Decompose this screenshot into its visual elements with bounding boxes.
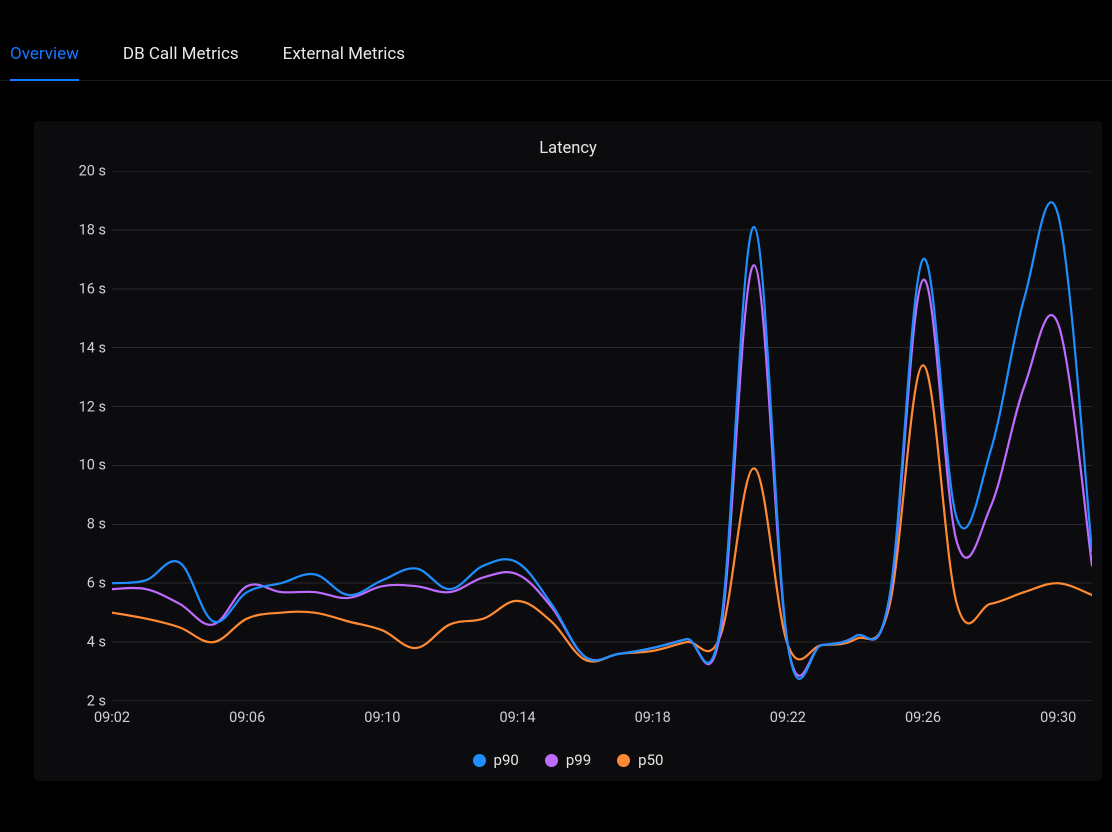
legend-item-p90[interactable]: p90 bbox=[473, 751, 519, 769]
y-tick-label: 6 s bbox=[87, 575, 112, 592]
legend-item-p99[interactable]: p99 bbox=[545, 751, 591, 769]
y-tick-label: 8 s bbox=[87, 516, 112, 533]
legend-label: p50 bbox=[638, 751, 663, 769]
tabs: Overview DB Call Metrics External Metric… bbox=[0, 0, 1112, 81]
tab-db-call-metrics[interactable]: DB Call Metrics bbox=[123, 44, 239, 80]
y-tick-label: 16 s bbox=[79, 280, 112, 297]
legend-swatch-p90 bbox=[473, 754, 486, 767]
chart-panel: Latency 2 s4 s6 s8 s10 s12 s14 s16 s18 s… bbox=[34, 121, 1102, 781]
x-tick-label: 09:22 bbox=[770, 701, 806, 726]
x-tick-label: 09:02 bbox=[94, 701, 130, 726]
chart-title: Latency bbox=[34, 121, 1102, 158]
y-tick-label: 14 s bbox=[79, 339, 112, 356]
x-tick-label: 09:14 bbox=[499, 701, 535, 726]
tab-overview[interactable]: Overview bbox=[10, 44, 79, 80]
x-tick-label: 09:10 bbox=[364, 701, 400, 726]
y-tick-label: 12 s bbox=[79, 398, 112, 415]
x-tick-label: 09:18 bbox=[635, 701, 671, 726]
y-tick-label: 20 s bbox=[79, 163, 112, 180]
x-tick-label: 09:26 bbox=[905, 701, 941, 726]
tab-external-metrics[interactable]: External Metrics bbox=[283, 44, 405, 80]
x-tick-label: 09:06 bbox=[229, 701, 265, 726]
y-tick-label: 18 s bbox=[79, 221, 112, 238]
y-tick-label: 4 s bbox=[87, 634, 112, 651]
chart-plot[interactable]: 2 s4 s6 s8 s10 s12 s14 s16 s18 s20 s 09:… bbox=[112, 171, 1092, 701]
x-tick-label: 09:30 bbox=[1040, 701, 1076, 726]
chart-legend: p90 p99 p50 bbox=[34, 751, 1102, 769]
legend-swatch-p50 bbox=[617, 754, 630, 767]
legend-swatch-p99 bbox=[545, 754, 558, 767]
y-tick-label: 10 s bbox=[79, 457, 112, 474]
legend-label: p99 bbox=[566, 751, 591, 769]
series-p50 bbox=[112, 365, 1092, 661]
legend-label: p90 bbox=[494, 751, 519, 769]
legend-item-p50[interactable]: p50 bbox=[617, 751, 663, 769]
